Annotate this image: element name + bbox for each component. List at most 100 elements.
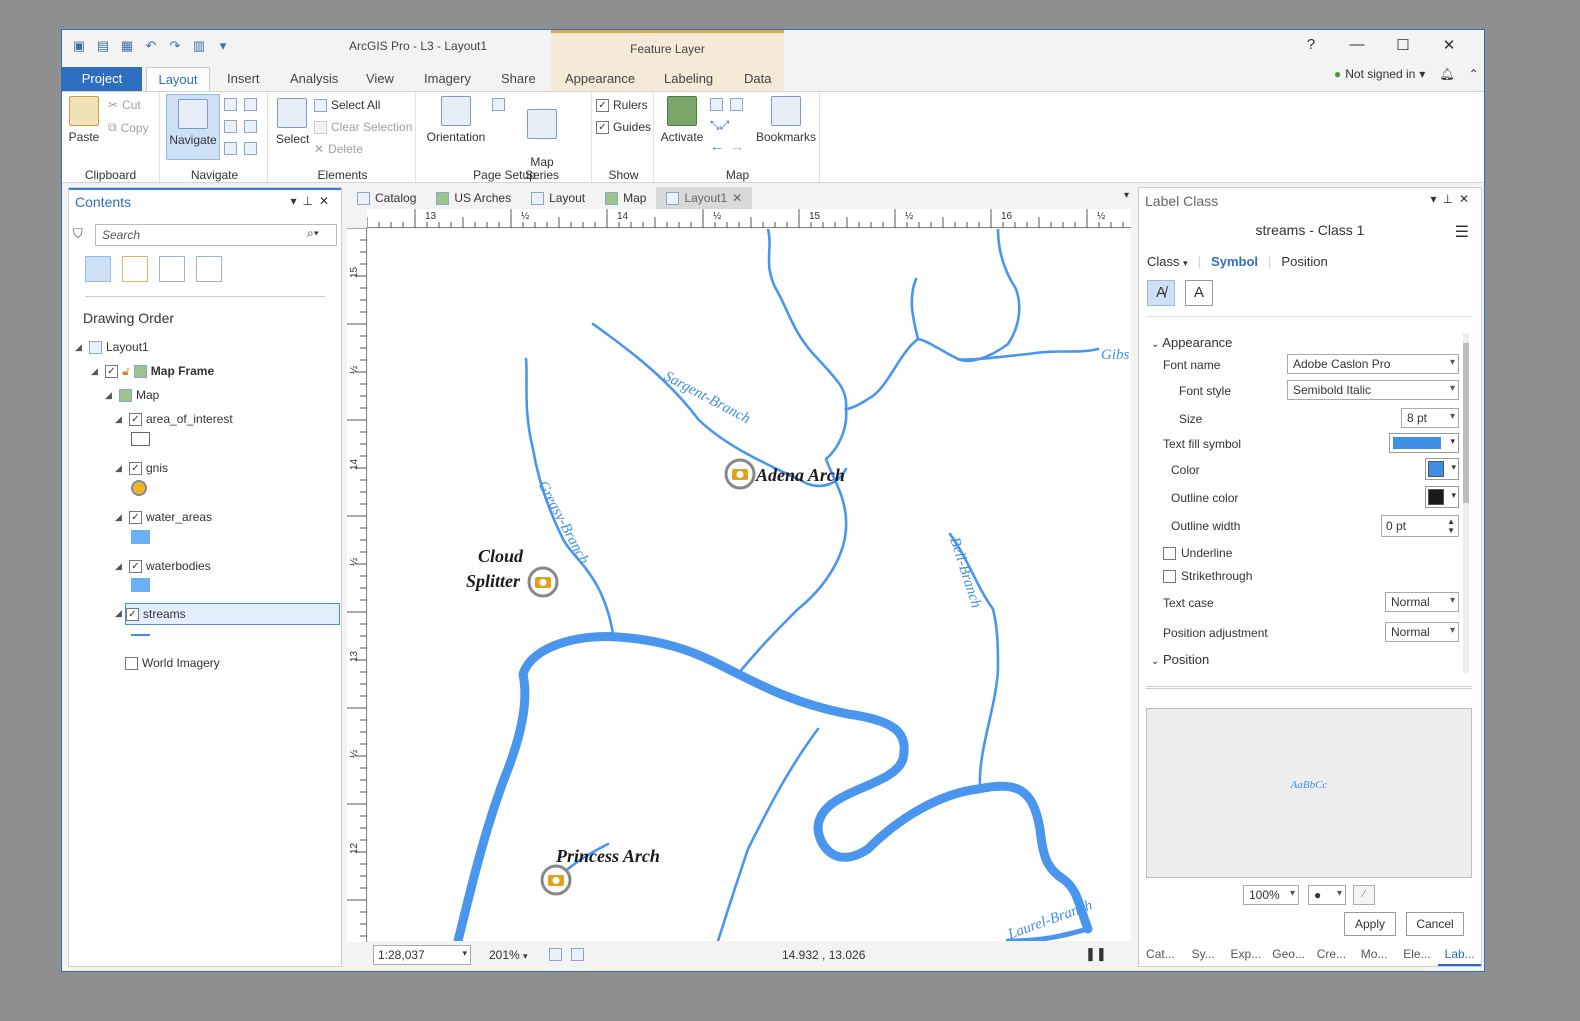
activate-button[interactable]: Activate [660, 96, 704, 144]
cancel-button[interactable]: Cancel [1406, 912, 1464, 936]
maximize-icon[interactable]: ☐ [1380, 36, 1426, 54]
tab-share[interactable]: Share [493, 67, 544, 91]
world-imagery-check[interactable] [125, 656, 138, 670]
select-all-button[interactable]: Select All [314, 98, 380, 112]
zoom-page-icon[interactable] [244, 98, 257, 111]
map-frame-check[interactable]: ✓ [105, 364, 118, 378]
text-symbol-icon[interactable]: A̸ [1147, 280, 1175, 306]
camera-icon[interactable] [527, 566, 559, 598]
tab-view[interactable]: View [358, 67, 402, 91]
search-icon[interactable]: ⌕▾ [307, 226, 319, 241]
paste-button[interactable]: Paste [68, 96, 100, 144]
camera-icon[interactable] [540, 864, 572, 896]
appearance-section[interactable]: ⌄ Appearance [1151, 335, 1232, 350]
zoom-width-icon[interactable] [244, 120, 257, 133]
pane-controls[interactable]: ▾⊥✕ [290, 194, 335, 208]
tab-imagery[interactable]: Imagery [416, 67, 479, 91]
tree-world-imagery[interactable]: World Imagery [125, 652, 220, 674]
outline-color-picker[interactable]: ▾ [1425, 486, 1459, 508]
rulers-checkbox[interactable]: ✓ Rulers [596, 98, 648, 112]
size-dropdown[interactable]: 8 pt [1401, 408, 1459, 428]
previous-extent-icon[interactable] [224, 142, 237, 155]
notification-bell-icon[interactable]: 🔔︎ [1439, 67, 1454, 81]
waterbodies-check[interactable]: ✓ [129, 559, 142, 573]
bottom-tab-export[interactable]: Exp... [1225, 944, 1268, 966]
doc-tab-layout1[interactable]: Layout1 ✕ [656, 187, 753, 209]
full-extent-icon[interactable]: ⤡⤢ [710, 118, 729, 133]
map-svg[interactable]: Sargent-Branch Greasy-Branch Bell-Branch… [368, 229, 1131, 941]
list-by-labeling-icon[interactable] [196, 256, 222, 282]
redo-icon[interactable]: ↷ [166, 38, 184, 54]
snapping-icon[interactable] [549, 948, 562, 961]
tab-symbol[interactable]: Symbol [1211, 254, 1258, 269]
tab-project[interactable]: Project [62, 67, 142, 91]
tab-labeling[interactable]: Labeling [656, 67, 721, 91]
gnis-check[interactable]: ✓ [129, 461, 142, 475]
tab-insert[interactable]: Insert [219, 67, 268, 91]
tree-map[interactable]: ◢ Map [105, 384, 159, 406]
tabs-dropdown-icon[interactable]: ▾ [1124, 190, 1129, 201]
bookmarks-button[interactable]: Bookmarks [756, 96, 816, 144]
collapse-ribbon-icon[interactable]: ⌃ [1469, 67, 1479, 81]
sign-in-status[interactable]: ● Not signed in ▾ 🔔︎ ⌃ [1334, 67, 1479, 81]
menu-icon[interactable]: ☰ [1455, 222, 1469, 242]
minimize-icon[interactable]: — [1334, 36, 1380, 54]
tree-map-frame[interactable]: ◢ ✓ 🔓︎ Map Frame [91, 360, 214, 382]
tab-appearance[interactable]: Appearance [557, 67, 643, 91]
zoom-full-icon[interactable] [224, 98, 237, 111]
strikethrough-checkbox[interactable]: Strikethrough [1163, 569, 1252, 583]
tree-area-of-interest[interactable]: ◢ ✓ area_of_interest [115, 408, 233, 430]
pane-controls[interactable]: ▾⊥✕ [1430, 192, 1475, 206]
streams-check[interactable]: ✓ [126, 607, 139, 621]
text-case-dropdown[interactable]: Normal [1385, 592, 1459, 612]
pause-icon[interactable]: ❚❚ [1085, 946, 1107, 962]
close-tab-icon[interactable]: ✕ [732, 191, 742, 205]
folder-icon[interactable]: ▥ [190, 38, 208, 54]
forward-arrow-icon[interactable]: → [730, 138, 744, 154]
select-button[interactable]: Select [276, 98, 309, 146]
navigate-button[interactable]: Navigate [166, 94, 220, 160]
delete-button[interactable]: ✕ Delete [314, 142, 363, 156]
bottom-tab-element[interactable]: Ele... [1396, 944, 1439, 966]
save-icon[interactable]: ▦ [118, 38, 136, 54]
doc-tab-map[interactable]: Map [595, 187, 656, 209]
next-extent-icon[interactable] [244, 142, 257, 155]
properties-scrollbar[interactable] [1463, 333, 1469, 673]
position-adjustment-dropdown[interactable]: Normal [1385, 622, 1459, 642]
globe-icon[interactable] [710, 98, 723, 111]
tab-position[interactable]: Position [1281, 254, 1327, 269]
doc-tab-catalog[interactable]: Catalog [347, 187, 426, 209]
cut-button[interactable]: ✂ Cut [108, 98, 141, 112]
outline-width-spinner[interactable]: 0 pt ▲ ▼ [1381, 515, 1459, 537]
zoom-dropdown[interactable]: 201% ▾ [489, 948, 528, 962]
customize-qat-icon[interactable]: ▾ [214, 38, 232, 54]
tab-class[interactable]: Class ▾ [1147, 254, 1188, 269]
guides-checkbox[interactable]: ✓ Guides [596, 120, 651, 134]
tree-water-areas[interactable]: ◢ ✓ water_areas [115, 506, 212, 528]
zoom-selected-icon[interactable] [730, 98, 743, 111]
apply-button[interactable]: Apply [1344, 912, 1396, 936]
doc-tab-us-arches[interactable]: US Arches [426, 187, 521, 209]
grid-icon[interactable] [571, 948, 584, 961]
page-size-icon[interactable] [492, 98, 505, 111]
list-by-source-icon[interactable] [122, 256, 148, 282]
scale-dropdown[interactable]: 1:28,037 ▾ [373, 945, 471, 965]
drawing-order-icon[interactable] [85, 256, 111, 282]
camera-icon[interactable] [724, 458, 756, 490]
color-picker[interactable]: ▾ [1425, 458, 1459, 480]
bottom-tab-modify[interactable]: Mo... [1353, 944, 1396, 966]
water-areas-check[interactable]: ✓ [129, 510, 142, 524]
underline-checkbox[interactable]: Underline [1163, 546, 1232, 560]
area-check[interactable]: ✓ [129, 412, 142, 426]
text-format-icon[interactable]: A [1185, 280, 1213, 306]
copy-button[interactable]: ⧉ Copy [108, 120, 149, 135]
orientation-button[interactable]: Orientation [424, 96, 488, 144]
close-icon[interactable]: ✕ [1426, 36, 1472, 54]
tab-data[interactable]: Data [736, 67, 779, 91]
fixed-zoom-icon[interactable] [224, 120, 237, 133]
clear-selection-button[interactable]: Clear Selection [314, 120, 412, 134]
text-fill-symbol-button[interactable]: ▾ [1389, 433, 1459, 453]
bottom-tab-catalog[interactable]: Cat... [1139, 944, 1182, 966]
map-canvas[interactable]: Sargent-Branch Greasy-Branch Bell-Branch… [368, 229, 1131, 941]
new-project-icon[interactable]: ▣ [70, 38, 88, 54]
